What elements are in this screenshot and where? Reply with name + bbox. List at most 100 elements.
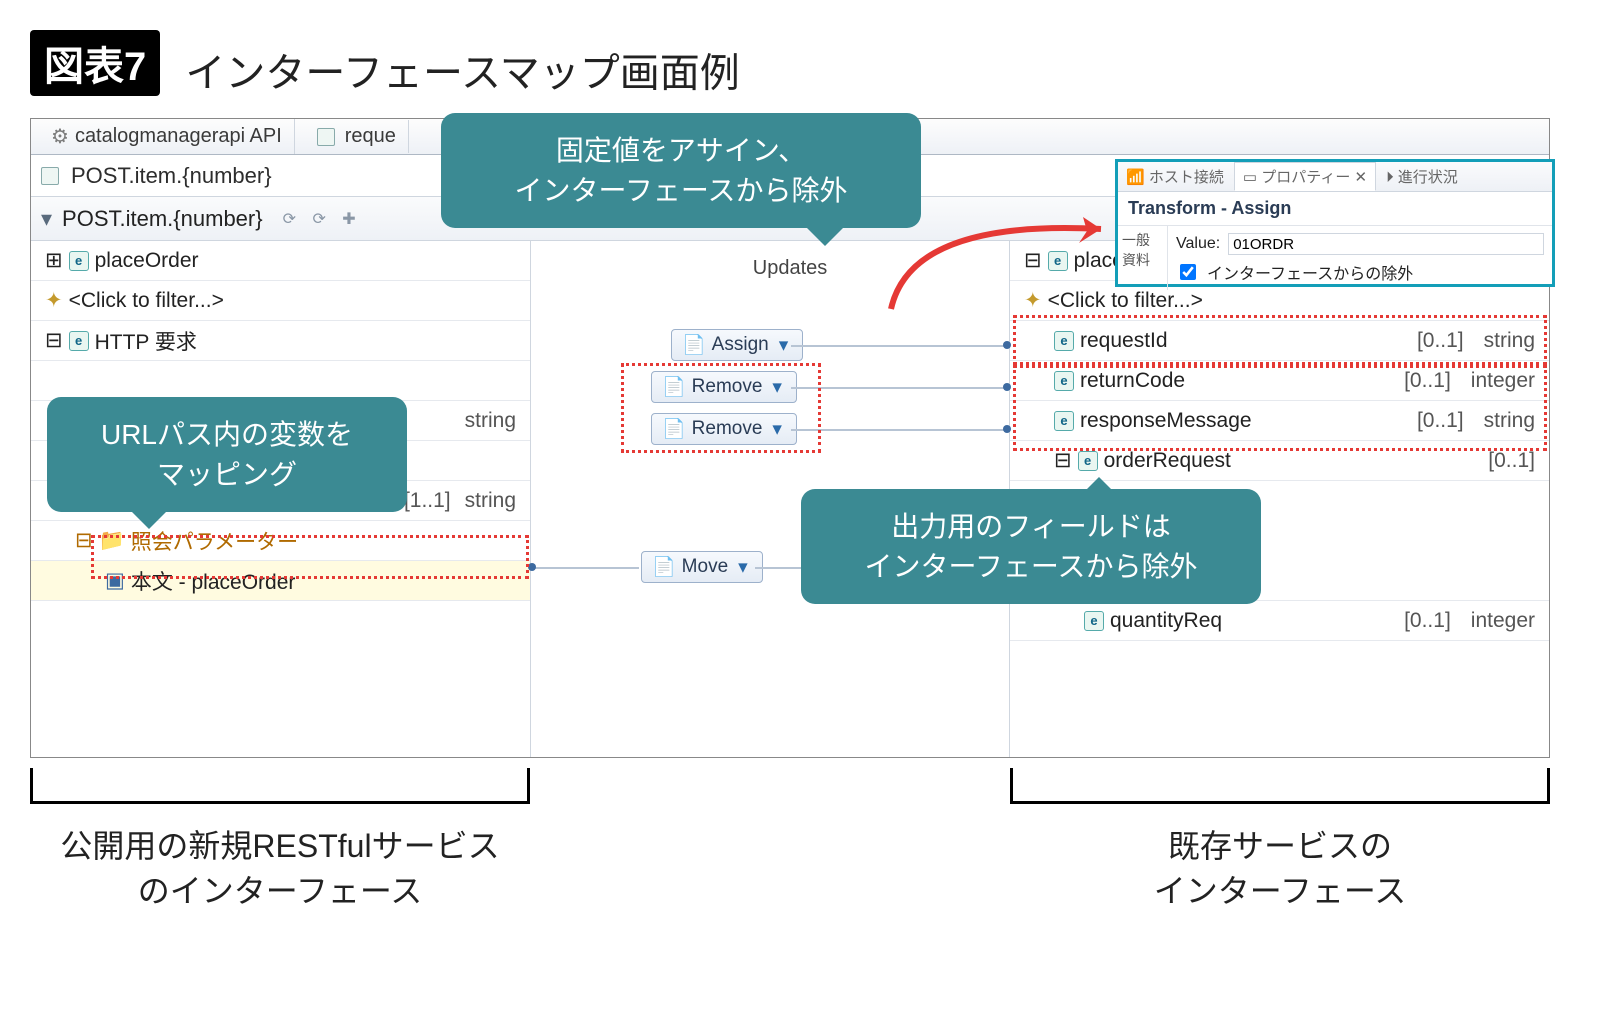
properties-tabs: 📶 ホスト接続 ▭ プロパティー ✕ ⏵ 進行状況 — [1118, 162, 1552, 192]
prop-value-row: Value: — [1176, 230, 1544, 258]
right-returnCode-name: returnCode — [1080, 369, 1185, 393]
left-body-label: 本文 - placeOrder — [131, 566, 296, 596]
transform-remove-2[interactable]: 📄 Remove ▾ — [651, 413, 797, 445]
callout-urlvar-tail — [131, 511, 167, 547]
doc-icon — [317, 128, 335, 146]
left-number-type: string — [465, 489, 516, 513]
left-root[interactable]: ⊞e placeOrder — [31, 241, 530, 281]
bottom-captions: 公開用の新規RESTfulサービス のインターフェース 既存サービスの インター… — [30, 824, 1550, 914]
properties-side: 一般 資料 — [1118, 226, 1168, 290]
gear-icon: ⚙ — [51, 124, 69, 149]
body-icon: ▣ — [105, 568, 125, 593]
transform-move[interactable]: 📄 Move ▾ — [641, 551, 763, 583]
bottom-brackets — [30, 768, 1550, 818]
tab-api-label: catalogmanagerapi API — [75, 125, 282, 148]
caption-left: 公開用の新規RESTfulサービス のインターフェース — [30, 824, 530, 914]
filter-icon: ✦ — [45, 288, 63, 313]
right-responseMessage-card: [0..1] — [1417, 409, 1464, 433]
left-filter-text: <Click to filter...> — [69, 289, 224, 313]
right-responseMessage-type: string — [1484, 409, 1535, 433]
dropdown-icon[interactable]: ▾ — [772, 418, 782, 441]
transform-assign-label: Assign — [712, 334, 769, 356]
element-icon: e — [69, 331, 89, 351]
folder-icon: 📁 — [99, 529, 125, 553]
dropdown-icon[interactable]: ▾ — [779, 334, 789, 357]
prop-tab-progress[interactable]: ⏵ 進行状況 — [1386, 166, 1458, 187]
prop-tab-host[interactable]: 📶 ホスト接続 — [1126, 166, 1224, 187]
breadcrumb-text: POST.item.{number} — [71, 163, 272, 189]
doc-icon — [41, 167, 59, 185]
right-requestId-name: requestId — [1080, 329, 1168, 353]
tab-request-label: reque — [345, 125, 396, 148]
transform-icon: 📄 — [682, 333, 706, 357]
properties-panel: 📶 ホスト接続 ▭ プロパティー ✕ ⏵ 進行状況 Transform - As… — [1115, 159, 1555, 287]
left-filter[interactable]: ✦ <Click to filter...> — [31, 281, 530, 321]
callout-output-text: 出力用のフィールドは インターフェースから除外 — [865, 511, 1198, 581]
left-query-param-header[interactable]: ⊟📁 照会パラメーター — [31, 521, 530, 561]
figure-title-text: インターフェースマップ画面例 — [185, 51, 739, 95]
callout-output: 出力用のフィールドは インターフェースから除外 — [801, 489, 1261, 603]
callout-urlvar-text: URLパス内の変数を マッピング — [101, 419, 353, 489]
transform-icon: 📄 — [662, 417, 686, 441]
screenshot-frame: ⚙ catalogmanagerapi API reque POST.item.… — [30, 118, 1550, 758]
prop-side-doc[interactable]: 資料 — [1122, 250, 1163, 270]
figure-badge: 図表7 — [30, 30, 160, 96]
transform-icon: 📄 — [662, 375, 686, 399]
element-icon: e — [1084, 611, 1104, 631]
transform-remove2-label: Remove — [692, 418, 763, 440]
prop-exclude-checkbox[interactable] — [1180, 264, 1196, 280]
caption-right: 既存サービスの インターフェース — [1010, 824, 1550, 914]
toolbar-icons[interactable]: ⟳ ⟳ ✚ — [283, 209, 362, 229]
left-hidden2-type: string — [465, 409, 516, 433]
left-root-label: placeOrder — [95, 249, 199, 273]
left-body[interactable]: ▣ 本文 - placeOrder — [31, 561, 530, 601]
right-returnCode[interactable]: e returnCode [0..1] integer — [1010, 361, 1549, 401]
tab-request[interactable]: reque — [305, 120, 409, 153]
prop-side-general[interactable]: 一般 — [1122, 230, 1163, 250]
left-hidden1 — [31, 361, 530, 401]
callout-assign: 固定値をアサイン、 インターフェースから除外 — [441, 113, 921, 227]
right-requestId[interactable]: e requestId [0..1] string — [1010, 321, 1549, 361]
right-orderRequest-card: [0..1] — [1488, 449, 1535, 473]
right-orderRequest-name: orderRequest — [1104, 449, 1231, 473]
right-returnCode-card: [0..1] — [1404, 369, 1451, 393]
left-http[interactable]: ⊟e HTTP 要求 — [31, 321, 530, 361]
element-icon: e — [1054, 371, 1074, 391]
callout-assign-text: 固定値をアサイン、 インターフェースから除外 — [515, 135, 848, 205]
tab-api[interactable]: ⚙ catalogmanagerapi API — [39, 119, 295, 154]
right-filter-text: <Click to filter...> — [1048, 289, 1203, 313]
prop-value-label: Value: — [1176, 235, 1220, 253]
element-icon: e — [1054, 331, 1074, 351]
figure-title: 図表7 インターフェースマップ画面例 — [30, 30, 1570, 98]
right-responseMessage-name: responseMessage — [1080, 409, 1252, 433]
right-quantityReq-type: integer — [1471, 609, 1535, 633]
transform-remove-1[interactable]: 📄 Remove ▾ — [651, 371, 797, 403]
properties-title: Transform - Assign — [1118, 192, 1552, 226]
left-http-label: HTTP 要求 — [95, 326, 197, 356]
dropdown-icon[interactable]: ▾ — [772, 376, 782, 399]
right-requestId-card: [0..1] — [1417, 329, 1464, 353]
element-icon: e — [1054, 411, 1074, 431]
left-number-card: [1..1] — [404, 489, 451, 513]
right-responseMessage[interactable]: e responseMessage [0..1] string — [1010, 401, 1549, 441]
prop-exclude-row: インターフェースからの除外 — [1176, 258, 1544, 286]
prop-exclude-label: インターフェースからの除外 — [1207, 260, 1413, 284]
callout-urlvar: URLパス内の変数を マッピング — [47, 397, 407, 511]
element-icon: e — [69, 251, 89, 271]
prop-value-input[interactable] — [1228, 233, 1544, 255]
right-requestId-type: string — [1484, 329, 1535, 353]
transform-assign[interactable]: 📄 Assign ▾ — [671, 329, 803, 361]
dropdown-icon[interactable]: ▾ — [738, 556, 748, 579]
section-title: POST.item.{number} — [62, 206, 263, 232]
callout-output-tail — [1081, 459, 1117, 495]
transform-icon: 📄 — [652, 555, 676, 579]
right-quantityReq[interactable]: e quantityReq [0..1] integer — [1010, 601, 1549, 641]
prop-tab-properties[interactable]: ▭ プロパティー ✕ — [1234, 162, 1376, 191]
transform-move-label: Move — [682, 556, 728, 578]
filter-icon: ✦ — [1024, 288, 1042, 313]
right-quantityReq-card: [0..1] — [1404, 609, 1451, 633]
transform-remove1-label: Remove — [692, 376, 763, 398]
element-icon: e — [1048, 251, 1068, 271]
right-returnCode-type: integer — [1471, 369, 1535, 393]
right-quantityReq-name: quantityReq — [1110, 609, 1222, 633]
